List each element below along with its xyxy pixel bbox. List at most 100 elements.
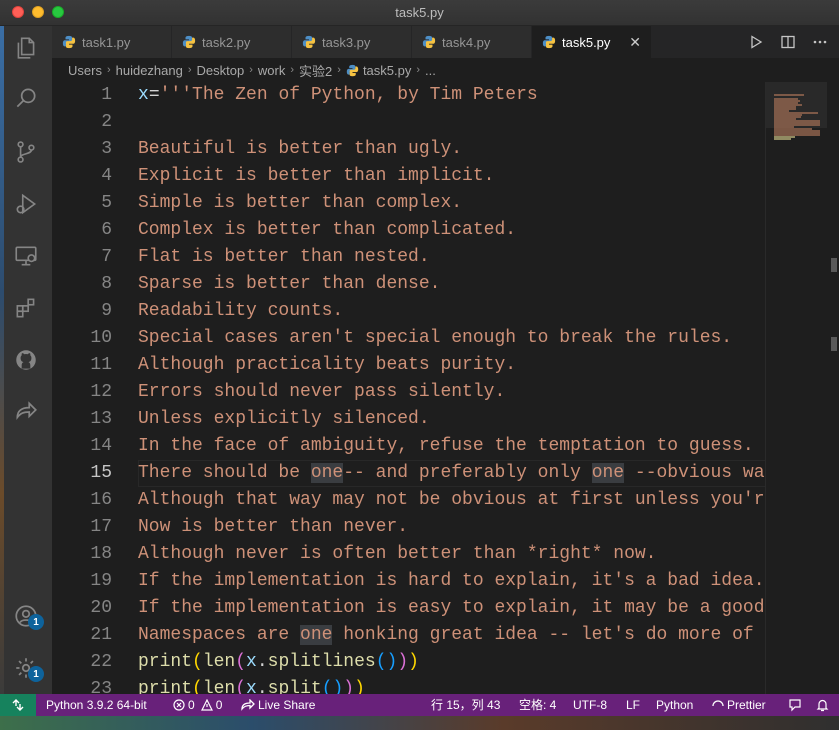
line-number: 15 bbox=[90, 463, 112, 483]
remote-explorer-icon[interactable] bbox=[12, 242, 40, 270]
code-line[interactable]: 20 If the implementation is easy to expla… bbox=[52, 595, 765, 622]
code-line[interactable]: 10 Special cases aren't special enough to… bbox=[52, 325, 765, 352]
extensions-icon[interactable] bbox=[12, 294, 40, 322]
code-line[interactable]: 5 Simple is better than complex. bbox=[52, 190, 765, 217]
breadcrumb-folder[interactable]: 实验2 bbox=[299, 61, 332, 80]
python-file-icon bbox=[542, 35, 556, 49]
cursor-position[interactable]: 行 15，列 43 bbox=[431, 694, 500, 716]
code-line[interactable]: 13 Unless explicitly silenced. bbox=[52, 406, 765, 433]
line-number: 4 bbox=[101, 166, 112, 186]
vertical-scrollbar[interactable] bbox=[827, 82, 839, 694]
python-file-icon bbox=[422, 35, 436, 49]
code-text: Unless explicitly silenced. bbox=[138, 409, 430, 429]
breadcrumb-huidezhang[interactable]: huidezhang bbox=[116, 63, 183, 78]
feedback-icon[interactable] bbox=[788, 694, 805, 716]
code-line[interactable]: 14 In the face of ambiguity, refuse the t… bbox=[52, 433, 765, 460]
code-text: Now is better than never. bbox=[138, 517, 409, 537]
source-control-icon[interactable] bbox=[12, 138, 40, 166]
encoding[interactable]: UTF-8 bbox=[573, 694, 607, 716]
line-number: 1 bbox=[101, 85, 112, 105]
code-line[interactable]: 19 If the implementation is hard to expla… bbox=[52, 568, 765, 595]
remote-indicator[interactable] bbox=[0, 694, 36, 716]
line-number: 17 bbox=[90, 517, 112, 537]
tab-task4[interactable]: task4.py bbox=[412, 26, 532, 58]
code-editor[interactable]: 1 x='''The Zen of Python, by Tim Peters 2 3… bbox=[52, 82, 765, 694]
code-line[interactable]: 16 Although that way may not be obvious a… bbox=[52, 487, 765, 514]
breadcrumb-symbol[interactable]: ... bbox=[425, 63, 436, 78]
desktop-background-strip bbox=[0, 716, 839, 730]
breadcrumb: Users › huidezhang › Desktop › work › 实验… bbox=[52, 58, 839, 82]
code-text: If the implementation is easy to explain… bbox=[138, 598, 765, 618]
breadcrumb-users[interactable]: Users bbox=[68, 63, 102, 78]
breadcrumb-desktop[interactable]: Desktop bbox=[197, 63, 245, 78]
code-line[interactable]: 11 Although practicality beats purity. bbox=[52, 352, 765, 379]
live-share-button[interactable]: Live Share bbox=[241, 694, 315, 716]
code-line[interactable]: 17 Now is better than never. bbox=[52, 514, 765, 541]
code-line[interactable]: 7 Flat is better than nested. bbox=[52, 244, 765, 271]
chevron-right-icon: › bbox=[249, 64, 253, 76]
prettier-button[interactable]: Prettier bbox=[712, 694, 766, 716]
code-text: Although never is often better than *rig… bbox=[138, 544, 657, 564]
notifications-bell-icon[interactable] bbox=[816, 694, 832, 716]
line-number: 2 bbox=[101, 112, 112, 132]
code-line[interactable]: 6 Complex is better than complicated. bbox=[52, 217, 765, 244]
code-line[interactable]: 18 Although never is often better than *r… bbox=[52, 541, 765, 568]
problems-indicator[interactable]: 0 0 bbox=[173, 694, 222, 716]
code-line[interactable]: 21 Namespaces are one honking great idea … bbox=[52, 622, 765, 649]
tab-label: task3.py bbox=[322, 34, 371, 50]
github-icon[interactable] bbox=[12, 346, 40, 374]
code-line[interactable]: 23 print(len(x.split())) bbox=[52, 676, 765, 694]
run-file-icon[interactable] bbox=[747, 33, 765, 51]
warning-icon bbox=[200, 699, 213, 711]
tab-task1[interactable]: task1.py bbox=[52, 26, 172, 58]
code-text: There should be one-- and preferably onl… bbox=[138, 463, 765, 483]
editor-tabs: task1.py task2.py task3.py task4.py task… bbox=[52, 26, 839, 58]
editor-actions bbox=[747, 26, 839, 58]
python-interpreter[interactable]: Python 3.9.2 64-bit bbox=[46, 694, 147, 716]
minimap[interactable] bbox=[765, 82, 828, 694]
code-text: print(len(x.splitlines())) bbox=[138, 652, 419, 672]
desktop-background-strip bbox=[0, 26, 4, 694]
language-mode[interactable]: Python bbox=[656, 694, 693, 716]
code-line[interactable]: 2 bbox=[52, 109, 765, 136]
tab-task3[interactable]: task3.py bbox=[292, 26, 412, 58]
double-check-icon bbox=[712, 700, 724, 707]
explorer-icon[interactable] bbox=[12, 34, 40, 62]
tab-task5[interactable]: task5.py ✕ bbox=[532, 26, 652, 58]
end-of-line[interactable]: LF bbox=[626, 694, 640, 716]
live-share-icon[interactable] bbox=[12, 398, 40, 426]
minimap-line bbox=[774, 138, 791, 140]
indentation[interactable]: 空格: 4 bbox=[519, 694, 556, 716]
code-text: print(len(x.split())) bbox=[138, 679, 365, 694]
run-debug-icon[interactable] bbox=[12, 190, 40, 218]
code-line[interactable]: 1 x='''The Zen of Python, by Tim Peters bbox=[52, 82, 765, 109]
scrollbar-marker bbox=[831, 337, 837, 351]
code-text: Beautiful is better than ugly. bbox=[138, 139, 463, 159]
python-file-icon bbox=[346, 64, 359, 76]
code-line[interactable]: 9 Readability counts. bbox=[52, 298, 765, 325]
activity-bar: 1 1 bbox=[0, 26, 52, 694]
code-line[interactable]: 8 Sparse is better than dense. bbox=[52, 271, 765, 298]
code-text: x='''The Zen of Python, by Tim Peters bbox=[138, 85, 538, 105]
line-number: 13 bbox=[90, 409, 112, 429]
word-highlight: one bbox=[591, 463, 625, 483]
code-line[interactable]: 22 print(len(x.splitlines())) bbox=[52, 649, 765, 676]
code-line[interactable]: 4 Explicit is better than implicit. bbox=[52, 163, 765, 190]
tab-task2[interactable]: task2.py bbox=[172, 26, 292, 58]
split-editor-icon[interactable] bbox=[779, 33, 797, 51]
code-line[interactable]: 12 Errors should never pass silently. bbox=[52, 379, 765, 406]
code-line[interactable]: 15 There should be one-- and preferably o… bbox=[52, 460, 765, 487]
code-text: Explicit is better than implicit. bbox=[138, 166, 495, 186]
chevron-right-icon: › bbox=[337, 64, 341, 76]
more-actions-icon[interactable] bbox=[811, 33, 829, 51]
code-text: Flat is better than nested. bbox=[138, 247, 430, 267]
word-highlight: one bbox=[310, 463, 344, 483]
breadcrumb-work[interactable]: work bbox=[258, 63, 285, 78]
python-file-icon bbox=[182, 35, 196, 49]
line-number: 22 bbox=[90, 652, 112, 672]
breadcrumb-file[interactable]: task5.py bbox=[363, 63, 411, 78]
line-number: 14 bbox=[90, 436, 112, 456]
code-line[interactable]: 3 Beautiful is better than ugly. bbox=[52, 136, 765, 163]
close-tab-icon[interactable]: ✕ bbox=[629, 34, 641, 51]
search-icon[interactable] bbox=[12, 84, 40, 112]
